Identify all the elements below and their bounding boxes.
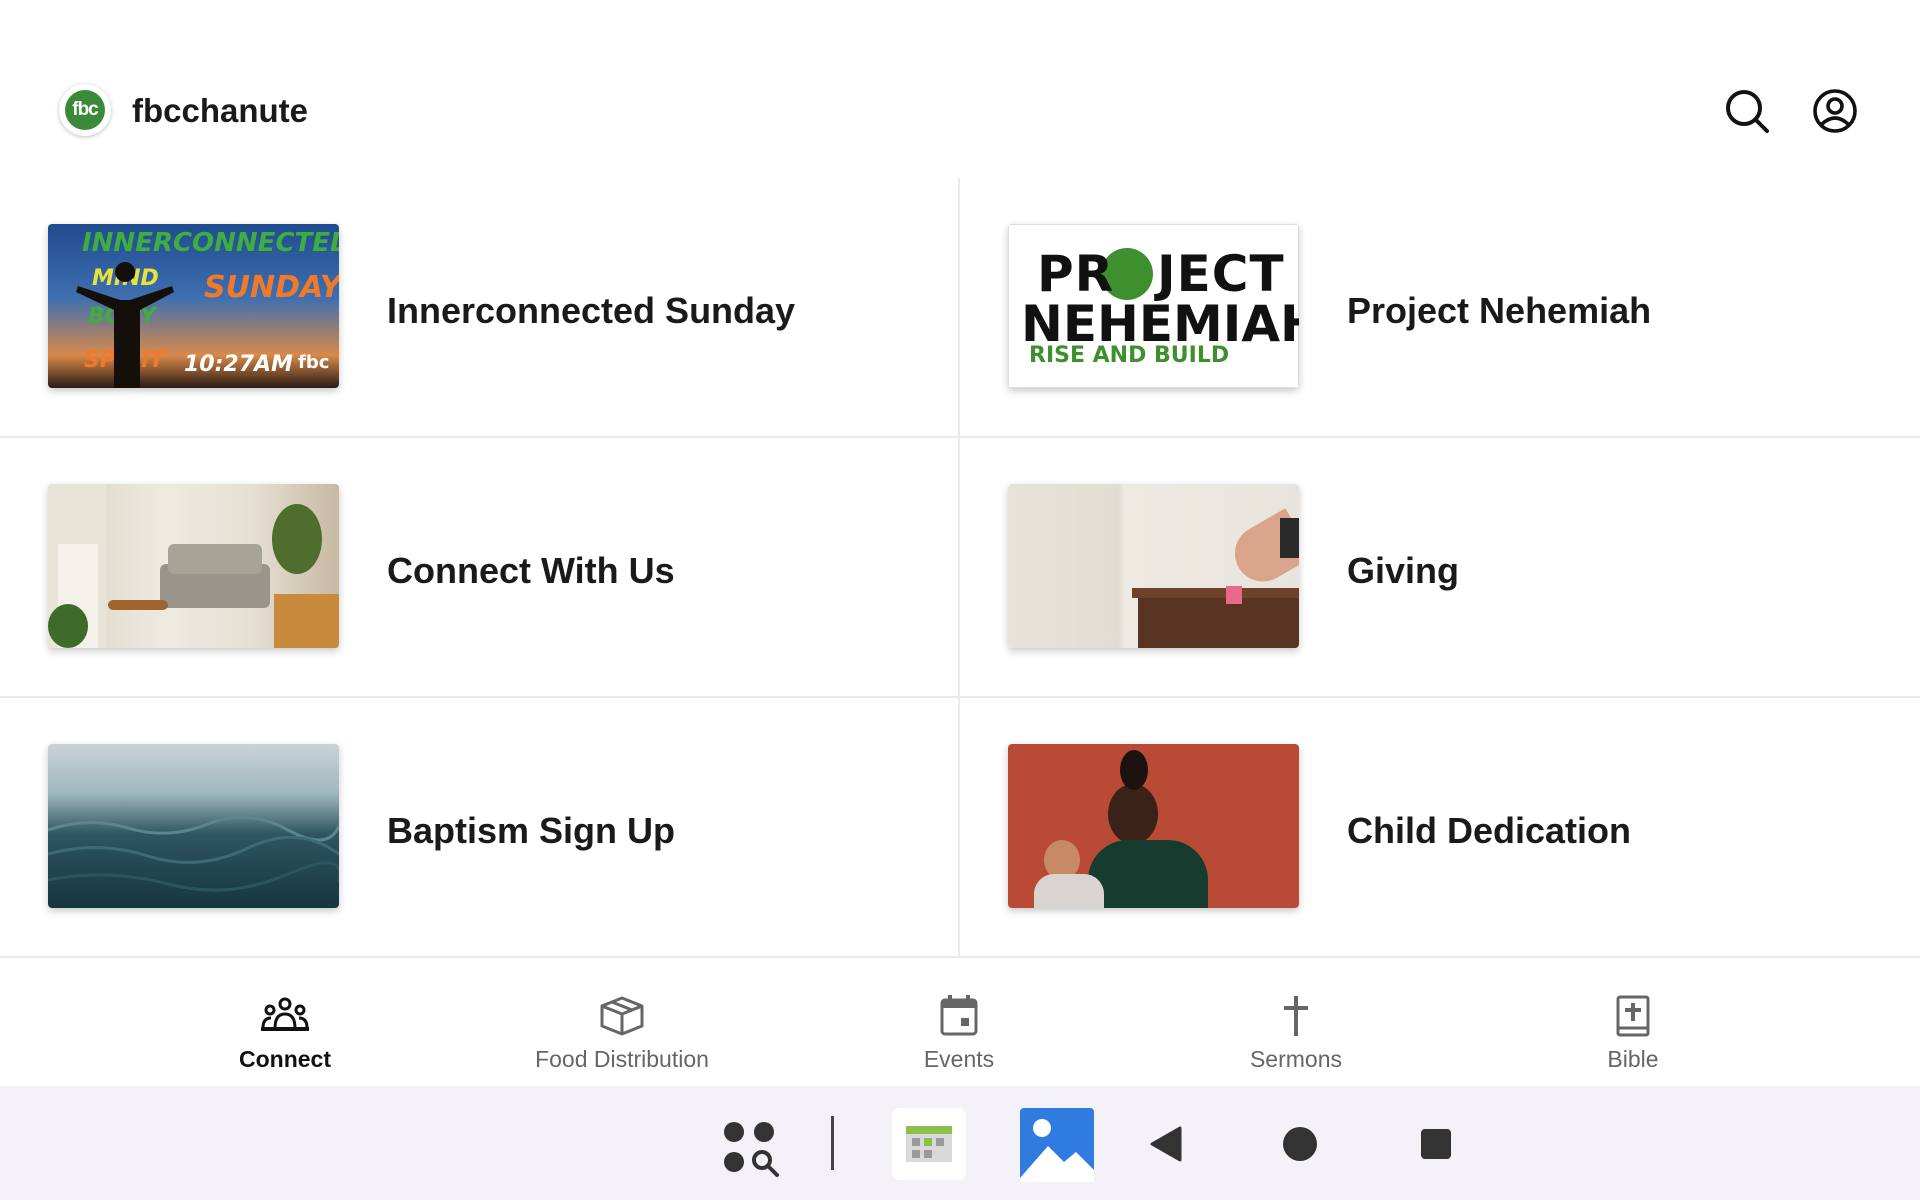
- app-drawer-button[interactable]: [720, 1118, 780, 1178]
- back-button[interactable]: [1148, 1126, 1184, 1162]
- project-nehemiah-thumbnail: PR JECT NEHEMIAH RISE AND BUILD: [1008, 224, 1299, 388]
- nav-label: Bible: [1607, 1046, 1659, 1072]
- card-label: Child Dedication: [1347, 810, 1632, 851]
- thumb-text: RISE AND BUILD: [1029, 343, 1230, 368]
- card-label: Connect With Us: [387, 550, 675, 591]
- thumb-text: 10:27AM: [184, 352, 293, 377]
- gallery-app-button[interactable]: [1020, 1108, 1094, 1182]
- card-connect-with-us[interactable]: Connect With Us: [0, 438, 960, 698]
- card-label: Baptism Sign Up: [387, 810, 676, 851]
- nav-label: Food Distribution: [535, 1046, 709, 1072]
- thumb-text: SUNDAY: [204, 270, 339, 305]
- card-giving[interactable]: Giving: [960, 438, 1920, 698]
- recents-button[interactable]: [1420, 1128, 1452, 1160]
- nav-label: Sermons: [1249, 1046, 1343, 1072]
- card-label: Innerconnected Sunday: [387, 290, 796, 331]
- child-dedication-thumbnail: [1008, 744, 1299, 908]
- nav-label: Connect: [239, 1046, 331, 1072]
- search-button[interactable]: [1722, 86, 1772, 136]
- tab-bible[interactable]: Bible: [1473, 976, 1793, 1086]
- nav-label: Events: [923, 1046, 995, 1072]
- cross-icon: [1284, 996, 1308, 1036]
- taskbar-divider: [831, 1116, 834, 1170]
- tab-sermons[interactable]: Sermons: [1136, 976, 1456, 1086]
- search-icon: [1726, 90, 1769, 133]
- system-navigation-bar: [0, 1086, 1920, 1200]
- gallery-app-icon: [1020, 1108, 1094, 1182]
- back-icon: [1150, 1126, 1182, 1162]
- giving-thumbnail: [1008, 484, 1299, 648]
- people-icon: [261, 997, 309, 1031]
- app-drawer-search-icon: [724, 1122, 779, 1177]
- waves-graphic: [48, 815, 339, 892]
- card-baptism-sign-up[interactable]: Baptism Sign Up: [0, 698, 960, 958]
- account-button[interactable]: [1810, 86, 1860, 136]
- church-logo[interactable]: fbc: [59, 84, 111, 136]
- thumb-text: fbc: [298, 352, 330, 373]
- card-child-dedication[interactable]: Child Dedication: [960, 698, 1920, 958]
- logo-text: fbc: [65, 90, 105, 130]
- app-header: fbc fbcchanute: [0, 0, 1920, 178]
- card-innerconnected-sunday[interactable]: INNERCONNECTED MIND SUNDAY BODY SPIRIT 1…: [0, 178, 960, 438]
- tab-events[interactable]: Events: [799, 976, 1119, 1086]
- account-circle-icon: [1813, 89, 1857, 133]
- bible-icon: [1616, 995, 1650, 1037]
- card-project-nehemiah[interactable]: PR JECT NEHEMIAH RISE AND BUILD Project …: [960, 178, 1920, 438]
- bottom-navigation: Connect Food Distribution Events Sermons: [0, 976, 1920, 1086]
- app-title: fbcchanute: [132, 92, 309, 129]
- innerconnected-sunday-thumbnail: INNERCONNECTED MIND SUNDAY BODY SPIRIT 1…: [48, 224, 339, 388]
- silhouette-figure: [76, 262, 174, 388]
- calendar-app-icon: [906, 1126, 952, 1162]
- card-label: Giving: [1347, 550, 1460, 591]
- calendar-icon: [940, 995, 978, 1036]
- home-icon: [1283, 1127, 1317, 1161]
- connect-grid: INNERCONNECTED MIND SUNDAY BODY SPIRIT 1…: [0, 178, 1920, 958]
- tab-connect[interactable]: Connect: [125, 976, 445, 1086]
- recents-icon: [1421, 1129, 1451, 1159]
- tab-food-distribution[interactable]: Food Distribution: [462, 976, 782, 1086]
- home-button[interactable]: [1282, 1126, 1318, 1162]
- connect-with-us-thumbnail: [48, 484, 339, 648]
- baptism-sign-up-thumbnail: [48, 744, 339, 908]
- card-label: Project Nehemiah: [1347, 290, 1652, 331]
- calendar-app-button[interactable]: [892, 1108, 966, 1180]
- box-icon: [600, 996, 644, 1036]
- thumb-text: INNERCONNECTED: [82, 228, 339, 258]
